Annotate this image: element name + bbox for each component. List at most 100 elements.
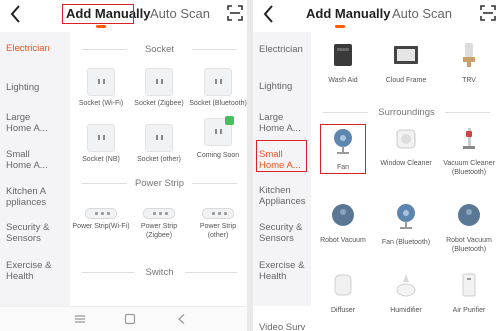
device-grid: Socket Socket (Wi-Fi) Socket (Zigbee) So… <box>72 32 247 306</box>
system-nav-bar <box>0 306 247 331</box>
sidebar-item-electrician[interactable]: Electrician <box>259 44 309 55</box>
scan-frame-icon[interactable] <box>480 5 496 21</box>
device-label: Vacuum Cleaner (Bluetooth) <box>443 160 495 176</box>
chevron-left-icon[interactable] <box>6 3 28 25</box>
device-grid: Wash Aid Cloud Frame TRV Surroundings Fa… <box>313 32 500 314</box>
cloud-frame-icon <box>394 46 418 64</box>
nav-back-icon[interactable] <box>176 313 188 325</box>
device-diffuser[interactable]: Diffuser <box>317 272 369 316</box>
new-badge <box>225 116 234 125</box>
device-label: Power Strip (Zigbee) <box>140 223 178 239</box>
sidebar-item-kitchen-appliances[interactable]: Kitchen Appliances <box>259 185 307 207</box>
sidebar-item-large-home-appliances[interactable]: Large Home A... <box>259 112 307 134</box>
air-purifier-icon <box>462 273 476 297</box>
device-power-strip-wifi[interactable]: Power Strip(Wi-Fi) <box>72 208 130 232</box>
socket-icon <box>204 116 234 146</box>
sidebar-item-exercise-health[interactable]: Exercise & Health <box>259 260 307 282</box>
device-label: Power Strip(Wi-Fi) <box>72 223 130 230</box>
device-fan[interactable]: Fan <box>317 124 369 174</box>
divider <box>185 272 237 273</box>
socket-icon <box>87 68 115 96</box>
category-sidebar: Electrician Lighting Large Home A... Sma… <box>253 32 311 331</box>
sidebar-item-lighting[interactable]: Lighting <box>6 82 68 93</box>
device-label: Socket (other) <box>137 156 181 163</box>
device-label: Window Cleaner <box>380 160 432 167</box>
device-air-purifier[interactable]: Air Purifier <box>443 272 495 316</box>
device-socket-zigbee[interactable]: Socket (Zigbee) <box>130 68 188 109</box>
device-socket-other[interactable]: Socket (other) <box>130 124 188 165</box>
active-tab-indicator <box>96 25 106 28</box>
device-label: TRV <box>462 77 476 84</box>
sidebar-item-small-home-appliances[interactable]: Small Home A... <box>6 149 54 171</box>
square-home-icon[interactable] <box>124 313 136 325</box>
device-label: Fan (Bluetooth) <box>381 239 431 246</box>
device-label: Diffuser <box>331 307 355 314</box>
scan-frame-icon[interactable] <box>227 5 243 21</box>
sidebar-item-security-sensors[interactable]: Security & Sensors <box>6 222 54 244</box>
active-tab-indicator <box>335 25 345 28</box>
device-label: Socket (Bluetooth) <box>189 100 247 107</box>
device-power-strip-other[interactable]: Power Strip (other) <box>189 208 247 240</box>
device-humidifier[interactable]: Humidifier <box>380 272 432 316</box>
device-label: Robot Vacuum (Bluetooth) <box>446 237 492 253</box>
device-label: Power Strip (other) <box>199 223 237 239</box>
trv-icon <box>463 43 475 67</box>
sidebar-item-exercise-health[interactable]: Exercise & Health <box>6 260 54 282</box>
device-label: Wash Aid <box>328 77 358 84</box>
socket-icon <box>87 124 115 152</box>
socket-icon <box>204 68 232 96</box>
sidebar-item-lighting[interactable]: Lighting <box>259 81 321 92</box>
device-trv[interactable]: TRV <box>443 42 495 86</box>
wash-aid-icon <box>334 44 352 66</box>
power-strip-icon <box>202 208 234 219</box>
tab-auto-scan[interactable]: Auto Scan <box>392 6 452 22</box>
divider <box>192 49 237 50</box>
right-screen: Add Manually Auto Scan Electrician Light… <box>253 0 500 331</box>
sidebar-item-kitchen-appliances[interactable]: Kitchen A ppliances <box>6 186 58 208</box>
sidebar-item-security-sensors[interactable]: Security & Sensors <box>259 222 307 244</box>
sidebar-item-electrician[interactable]: Electrician <box>6 43 68 54</box>
device-wash-aid[interactable]: Wash Aid <box>317 42 369 86</box>
stick-vacuum-icon <box>463 128 475 149</box>
device-coming-soon[interactable]: Coming Soon <box>189 116 247 161</box>
device-vacuum-cleaner-bluetooth[interactable]: Vacuum Cleaner (Bluetooth) <box>443 127 495 177</box>
socket-icon <box>145 68 173 96</box>
diffuser-icon <box>334 274 352 296</box>
robot-vacuum-icon <box>458 204 480 226</box>
tab-add-manually[interactable]: Add Manually <box>66 6 151 22</box>
socket-icon <box>145 124 173 152</box>
divider <box>445 112 490 113</box>
device-fan-bluetooth[interactable]: Fan (Bluetooth) <box>380 202 432 248</box>
highlight-box <box>320 124 366 174</box>
device-power-strip-zigbee[interactable]: Power Strip (Zigbee) <box>130 208 188 240</box>
device-robot-vacuum[interactable]: Robot Vacuum <box>317 202 369 246</box>
device-cloud-frame[interactable]: Cloud Frame <box>380 42 432 86</box>
fan-icon <box>397 204 415 229</box>
left-screen: Add Manually Auto Scan Electrician Light… <box>0 0 247 331</box>
divider <box>192 183 237 184</box>
device-window-cleaner[interactable]: Window Cleaner <box>380 127 432 169</box>
power-strip-icon <box>143 208 175 219</box>
category-sidebar: Electrician Lighting Large Home A... Sma… <box>0 32 70 306</box>
power-strip-icon <box>85 208 117 219</box>
device-socket-nb[interactable]: Socket (NB) <box>72 124 130 165</box>
device-label: Socket (Zigbee) <box>134 100 184 107</box>
tab-add-manually[interactable]: Add Manually <box>306 6 391 22</box>
header: Add Manually Auto Scan <box>0 0 247 32</box>
header: Add Manually Auto Scan <box>253 0 500 32</box>
device-socket-bluetooth[interactable]: Socket (Bluetooth) <box>189 68 247 109</box>
menu-icon[interactable] <box>74 313 86 325</box>
sidebar-item-video-surveillance[interactable]: Video Surv eillance <box>259 322 309 331</box>
chevron-left-icon[interactable] <box>259 3 281 25</box>
window-cleaner-icon <box>396 129 416 149</box>
device-label: Coming Soon <box>196 152 240 159</box>
device-label: Socket (NB) <box>82 156 120 163</box>
device-label: Robot Vacuum <box>320 237 366 244</box>
device-robot-vacuum-bluetooth[interactable]: Robot Vacuum (Bluetooth) <box>443 202 495 254</box>
sidebar-item-small-home-appliances[interactable]: Small Home A... <box>259 149 301 171</box>
device-label: Socket (Wi-Fi) <box>78 100 124 107</box>
device-socket-wifi[interactable]: Socket (Wi-Fi) <box>72 68 130 109</box>
humidifier-icon <box>396 274 416 297</box>
sidebar-item-large-home-appliances[interactable]: Large Home A... <box>6 112 54 134</box>
tab-auto-scan[interactable]: Auto Scan <box>150 6 210 22</box>
